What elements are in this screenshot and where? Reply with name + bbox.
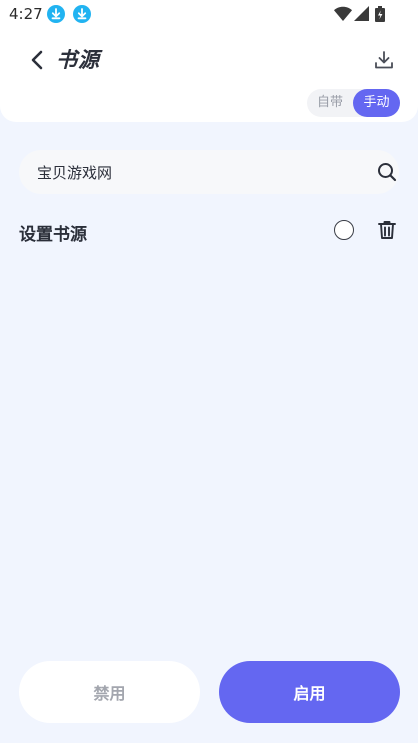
chevron-left-icon	[31, 50, 43, 70]
battery-icon	[375, 6, 385, 22]
download-icon	[375, 51, 393, 69]
disable-button[interactable]: 禁用	[19, 661, 200, 723]
download-notification-icon	[47, 5, 65, 23]
toggle-builtin[interactable]: 自带	[307, 89, 353, 117]
search-box	[19, 150, 399, 194]
signal-icon	[354, 6, 369, 21]
back-button[interactable]	[26, 46, 50, 74]
trash-icon	[378, 221, 396, 239]
search-input[interactable]	[37, 150, 357, 194]
search-button[interactable]	[377, 162, 397, 182]
toggle-manual[interactable]: 手动	[353, 89, 400, 117]
import-button[interactable]	[372, 48, 396, 72]
download-notification-icon	[73, 5, 91, 23]
source-mode-toggle: 自带 手动	[307, 89, 400, 117]
delete-source-button[interactable]	[376, 219, 398, 241]
source-item-title: 设置书源	[19, 225, 87, 245]
source-item-row: 设置书源	[0, 212, 418, 252]
page-title: 书源	[56, 48, 100, 72]
status-bar: 4:27	[0, 0, 418, 28]
search-icon	[378, 163, 397, 182]
source-select-radio[interactable]	[334, 220, 354, 240]
status-time: 4:27	[9, 5, 43, 23]
enable-button[interactable]: 启用	[219, 661, 400, 723]
header-panel: 4:27 书源 自带 手动	[0, 0, 418, 122]
wifi-icon	[334, 6, 352, 21]
